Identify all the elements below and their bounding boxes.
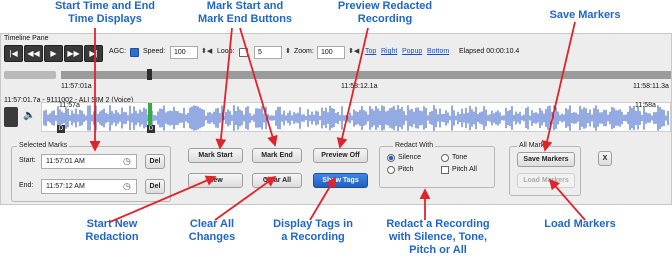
arrow-preview [336, 27, 369, 149]
arrow-start-new [109, 175, 217, 223]
arrow-clear-all [214, 175, 277, 221]
arrow-display-tags [309, 176, 336, 221]
arrow-mark-start [215, 27, 233, 150]
arrow-load [548, 178, 586, 221]
arrow-mark-end [239, 27, 278, 147]
arrow-save [541, 21, 576, 152]
callout-arrows [89, 21, 586, 223]
